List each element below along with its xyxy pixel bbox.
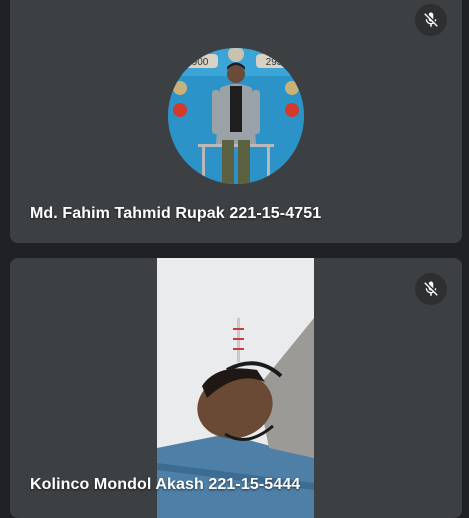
participant-name: Md. Fahim Tahmid Rupak 221-15-4751 bbox=[30, 205, 322, 222]
svg-text:900: 900 bbox=[192, 57, 209, 68]
participant-name: Kolinco Mondol Akash 221-15-5444 bbox=[30, 476, 301, 493]
mic-off-icon bbox=[424, 281, 438, 296]
mic-muted-indicator[interactable] bbox=[415, 273, 447, 305]
participant-tile[interactable]: 900 293 Md. Fahim Tahmid Rupak 221-15-47… bbox=[10, 0, 462, 243]
participant-tile[interactable]: Kolinco Mondol Akash 221-15-5444 bbox=[10, 258, 462, 518]
mic-muted-indicator[interactable] bbox=[415, 4, 447, 36]
avatar-photo: 900 293 bbox=[168, 48, 304, 184]
svg-text:293: 293 bbox=[266, 57, 283, 68]
mic-off-icon bbox=[424, 12, 438, 27]
participant-avatar: 900 293 bbox=[168, 48, 304, 184]
